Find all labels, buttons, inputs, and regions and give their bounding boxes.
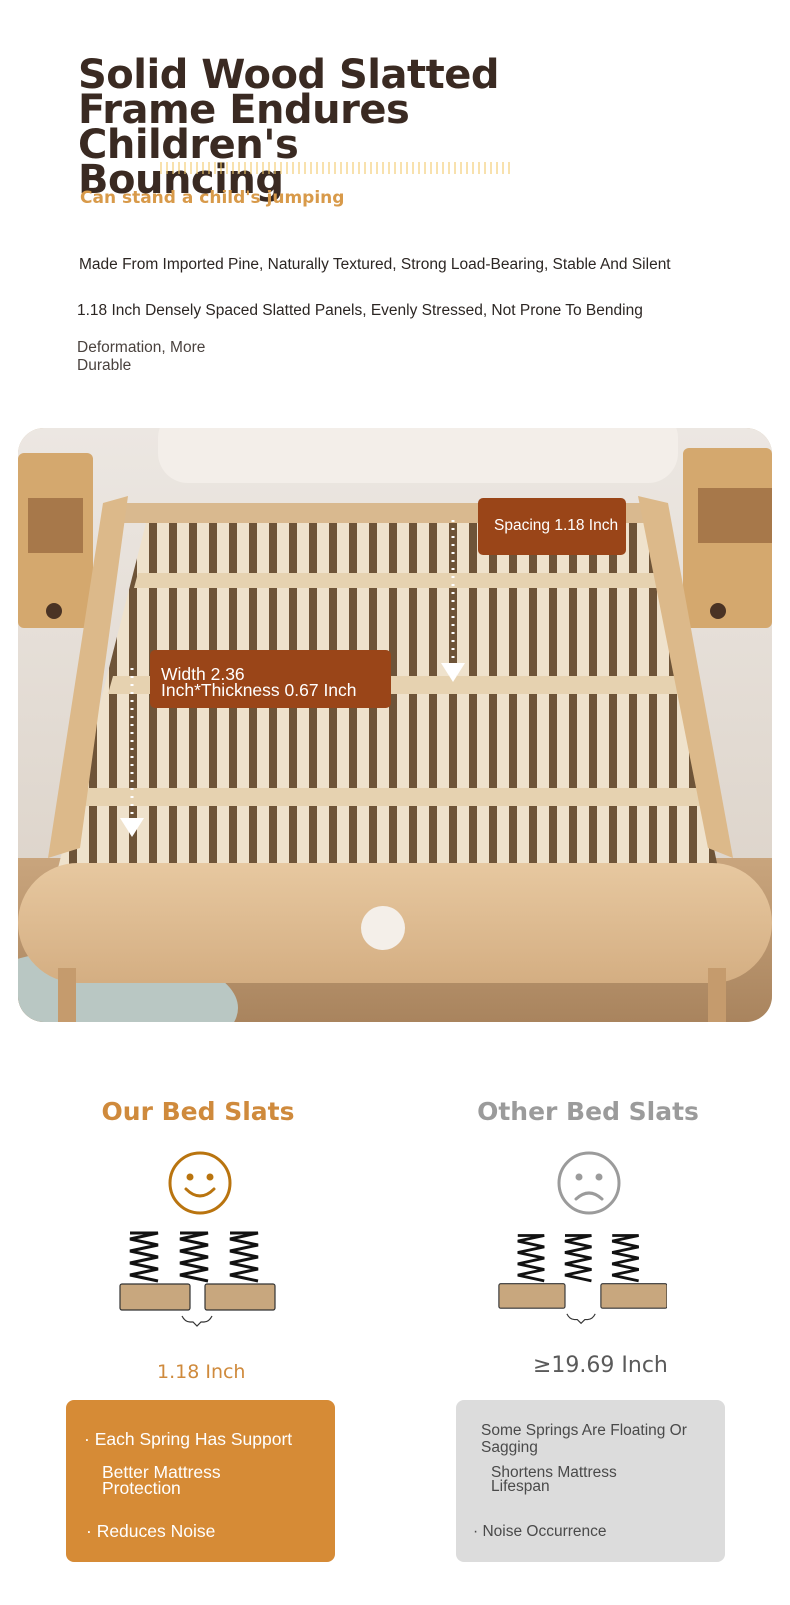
subtitle: Can stand a child's jumping bbox=[80, 188, 345, 208]
page-title: Solid Wood Slatted Frame Endures Childre… bbox=[78, 52, 500, 203]
smiley-face-icon bbox=[168, 1151, 232, 1215]
our-slats-springs-diagram bbox=[119, 1231, 276, 1327]
other-slats-springs-diagram bbox=[498, 1234, 667, 1325]
drawback-noise: · Noise Occurrence bbox=[473, 1523, 607, 1540]
our-bed-slats-title: Our Bed Slats bbox=[101, 1097, 295, 1126]
spacing-callout: Spacing 1.18 Inch bbox=[478, 498, 626, 555]
benefit-reduces-noise: · Reduces Noise bbox=[86, 1521, 216, 1541]
drawback-shortens-lifespan: Shortens Mattress Lifespan bbox=[491, 1464, 617, 1495]
bed-illustration bbox=[18, 428, 772, 1022]
benefit-mattress-protection: Better Mattress Protection bbox=[102, 1462, 221, 1498]
width-thickness-callout: Width 2.36 Inch*Thickness 0.67 Inch bbox=[150, 650, 391, 708]
other-bed-slats-title: Other Bed Slats bbox=[477, 1097, 699, 1126]
drawback-springs-floating: Some Springs Are Floating Or Sagging bbox=[481, 1422, 687, 1456]
title-sparkle-decoration bbox=[160, 162, 510, 174]
sad-face-icon bbox=[557, 1151, 621, 1215]
other-slats-spacing: ≥19.69 Inch bbox=[533, 1353, 668, 1378]
other-slats-drawbacks-card: Some Springs Are Floating Or Sagging Sho… bbox=[456, 1400, 725, 1562]
our-slats-spacing: 1.18 Inch bbox=[157, 1361, 246, 1383]
our-slats-benefits-card: · Each Spring Has Support Better Mattres… bbox=[66, 1400, 335, 1562]
description-line-2: 1.18 Inch Densely Spaced Slatted Panels,… bbox=[77, 302, 643, 319]
description-line-1: Made From Imported Pine, Naturally Textu… bbox=[79, 256, 671, 273]
benefit-each-spring-support: · Each Spring Has Support bbox=[84, 1429, 293, 1449]
description-line-3: Deformation, More Durable bbox=[77, 339, 206, 374]
bed-frame-photo: Spacing 1.18 Inch Width 2.36 Inch*Thickn… bbox=[18, 428, 772, 1022]
